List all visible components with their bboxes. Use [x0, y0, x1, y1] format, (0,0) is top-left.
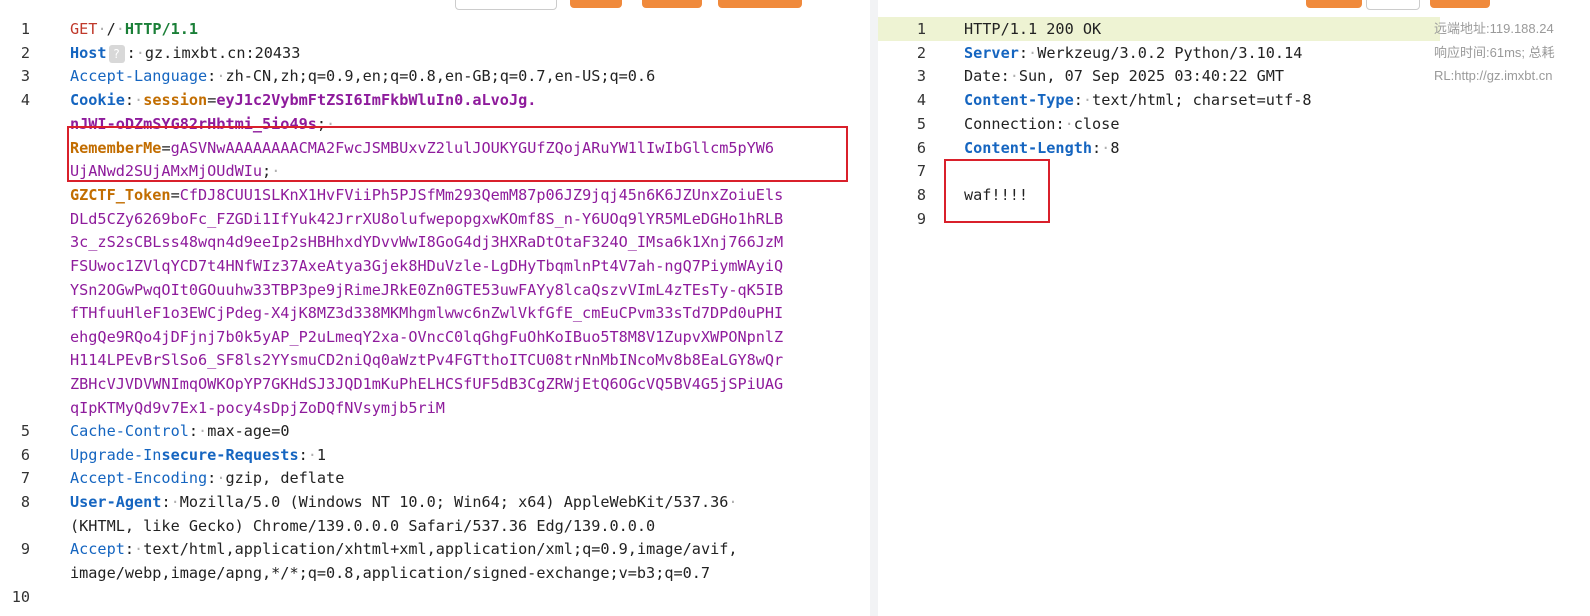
header-value: Sun, 07 Sep 2025 03:40:22 GMT [1018, 67, 1285, 85]
header-key-part: Upgrade-In [70, 446, 162, 464]
line-number: 3 [20, 67, 30, 85]
line-number: 7 [916, 162, 926, 180]
cookie-continuation[interactable]: FSUwoc1ZVlqYCD7t4HNfWIz37AxeAtya3Gjek8HD… [70, 254, 783, 278]
line-number: 7 [20, 469, 30, 487]
cookie-continuation[interactable]: 3c_zS2sCBLss48wqn4d9eeIp2sHBHhxdYDvvWwI8… [70, 230, 783, 254]
header-accept-encoding[interactable]: Accept-Encoding:·gzip, deflate [70, 466, 344, 490]
header-value: gz.imxbt.cn:20433 [144, 44, 301, 62]
request-line[interactable]: GET·/·HTTP/1.1 [70, 17, 198, 41]
header-key: Cookie [70, 91, 125, 109]
cookie-continuation[interactable]: fTHfuuHleF1o3EWCjPdeg-X4jK8MZ3d338MKMhgm… [70, 301, 783, 325]
status-line-highlight [878, 17, 1440, 41]
response-time: 响应时间:61ms; 总耗 [1434, 45, 1555, 60]
cookie-value: CfDJ8CUU1SLKnX1HvFViiPh5PJSfMm293QemM87p… [179, 186, 784, 204]
line-number: 1 [20, 20, 30, 38]
header-connection[interactable]: Connection:·close [964, 112, 1119, 136]
help-icon[interactable]: ? [108, 44, 125, 63]
header-key: Host [70, 44, 107, 62]
cookie-continuation[interactable]: ZBHcVJVDVWNImqOWKOpYP7GKHdSJ3JQD1mKuPhEL… [70, 372, 783, 396]
remote-address: 远端地址:119.188.24 [1434, 21, 1554, 36]
header-upgrade-insecure-requests[interactable]: Upgrade-Insecure-Requests:·1 [70, 443, 326, 467]
line-number: 4 [916, 91, 926, 109]
header-value: Werkzeug/3.0.2 Python/3.10.14 [1037, 44, 1303, 62]
header-key-part: secure-Requests [161, 446, 299, 464]
highlight-box-rememberme [67, 126, 848, 182]
toolbar-button-orange-3[interactable] [718, 0, 802, 8]
toolbar-button-orange-1[interactable] [570, 0, 622, 8]
highlight-box-body [944, 159, 1050, 223]
header-server[interactable]: Server:·Werkzeug/3.0.2 Python/3.10.14 [964, 41, 1302, 65]
line-number: 6 [20, 446, 30, 464]
header-value: 1 [316, 446, 327, 464]
http-version: HTTP/1.1 [124, 20, 199, 38]
header-key: Accept [70, 540, 125, 558]
toolbar-button-orange-2[interactable] [642, 0, 702, 8]
cookie-value: eyJ1c2VybmFtZSI6ImFkbWluIn0.aLvoJg. [216, 91, 537, 109]
line-number: 1 [916, 20, 926, 38]
line-number: 6 [916, 139, 926, 157]
header-value: text/html; charset=utf-8 [1092, 91, 1312, 109]
header-key: User-Agent [70, 493, 162, 511]
header-key: Cache-Control [70, 422, 189, 440]
header-value: max-age=0 [207, 422, 290, 440]
header-key: Content-Type [964, 91, 1074, 109]
header-value: close [1073, 115, 1120, 133]
toolbar-button-partial[interactable] [455, 0, 557, 10]
header-date[interactable]: Date:·Sun, 07 Sep 2025 03:40:22 GMT [964, 64, 1284, 88]
toolbar-button-orange-4[interactable] [1306, 0, 1362, 8]
header-value: text/html,application/xhtml+xml,applicat… [143, 540, 738, 558]
cookie-continuation[interactable]: qIpKTMyQd9v7Ex1-pocy4sDpjZoDQfNVsymjb5ri… [70, 396, 445, 420]
header-content-length[interactable]: Content-Length:·8 [964, 136, 1119, 160]
header-accept[interactable]: Accept:·text/html,application/xhtml+xml,… [70, 537, 738, 561]
status-line[interactable]: HTTP/1.1 200 OK [964, 17, 1101, 41]
http-method: GET [70, 20, 98, 38]
cookie-continuation[interactable]: YSn2OGwPwqOIt0GOuuhw33TBP3pe9jRimeJRkE0Z… [70, 278, 783, 302]
header-value: 8 [1110, 139, 1120, 157]
header-host[interactable]: Host?:·gz.imxbt.cn:20433 [70, 41, 300, 65]
header-content-type[interactable]: Content-Type:·text/html; charset=utf-8 [964, 88, 1312, 112]
header-continuation[interactable]: (KHTML, like Gecko) Chrome/139.0.0.0 Saf… [70, 514, 655, 538]
toolbar-button-ghost[interactable] [1366, 0, 1420, 10]
header-value: Mozilla/5.0 (Windows NT 10.0; Win64; x64… [179, 493, 729, 511]
header-user-agent[interactable]: User-Agent:·Mozilla/5.0 (Windows NT 10.0… [70, 490, 738, 514]
line-number: 9 [20, 540, 30, 558]
line-number: 5 [916, 115, 926, 133]
line-number: 2 [20, 44, 30, 62]
header-key: Accept-Encoding [70, 469, 208, 487]
request-url: RL:http://gz.imxbt.cn [1434, 68, 1553, 83]
line-number: 8 [20, 493, 30, 511]
line-number: 8 [916, 186, 926, 204]
request-path: / [106, 20, 116, 38]
header-cache-control[interactable]: Cache-Control:·max-age=0 [70, 419, 289, 443]
line-number: 4 [20, 91, 30, 109]
cookie-continuation[interactable]: DLd5CZy6269boFc_FZGDi1IfYuk42JrrXU8olufw… [70, 207, 783, 231]
header-key: Accept-Language [70, 67, 208, 85]
header-key: Content-Length [964, 139, 1093, 157]
cookie-key: session [143, 91, 208, 109]
header-value: gzip, deflate [225, 469, 345, 487]
toolbar-button-orange-5[interactable] [1430, 0, 1490, 8]
cookie-continuation[interactable]: ehgQe9RQo4jDFjnj7b0k5yAP_P2uLmeqY2xa-OVn… [70, 325, 783, 349]
response-viewer[interactable]: 1 2 3 4 5 6 7 8 9 HTTP/1.1 200 OK Server… [878, 0, 1590, 616]
header-cookie[interactable]: Cookie:·session=eyJ1c2VybmFtZSI6ImFkbWlu… [70, 88, 536, 112]
line-number: 2 [916, 44, 926, 62]
header-accept-language[interactable]: Accept-Language:·zh-CN,zh;q=0.9,en;q=0.8… [70, 64, 655, 88]
header-key: Connection [964, 115, 1056, 133]
cookie-continuation[interactable]: H114LPEvBrSlSo6_SF8ls2YYsmuCD2niQq0aWztP… [70, 348, 783, 372]
cookie-gzctf-token[interactable]: GZCTF_Token=CfDJ8CUU1SLKnX1HvFViiPh5PJSf… [70, 183, 783, 207]
line-number: 3 [916, 67, 926, 85]
header-value: zh-CN,zh;q=0.9,en;q=0.8,en-GB;q=0.7,en-U… [225, 67, 656, 85]
header-key: Server [964, 44, 1019, 62]
line-number: 9 [916, 210, 926, 228]
cookie-key: GZCTF_Token [70, 186, 171, 204]
line-number: 5 [20, 422, 30, 440]
request-editor[interactable]: 1 2 3 4 5 6 7 8 9 10 GET·/·HTTP/1.1 Host… [0, 0, 870, 616]
header-key: Date [964, 67, 1001, 85]
pane-divider[interactable] [870, 0, 878, 616]
line-number: 10 [11, 588, 30, 606]
header-continuation[interactable]: image/webp,image/apng,*/*;q=0.8,applicat… [70, 561, 710, 585]
